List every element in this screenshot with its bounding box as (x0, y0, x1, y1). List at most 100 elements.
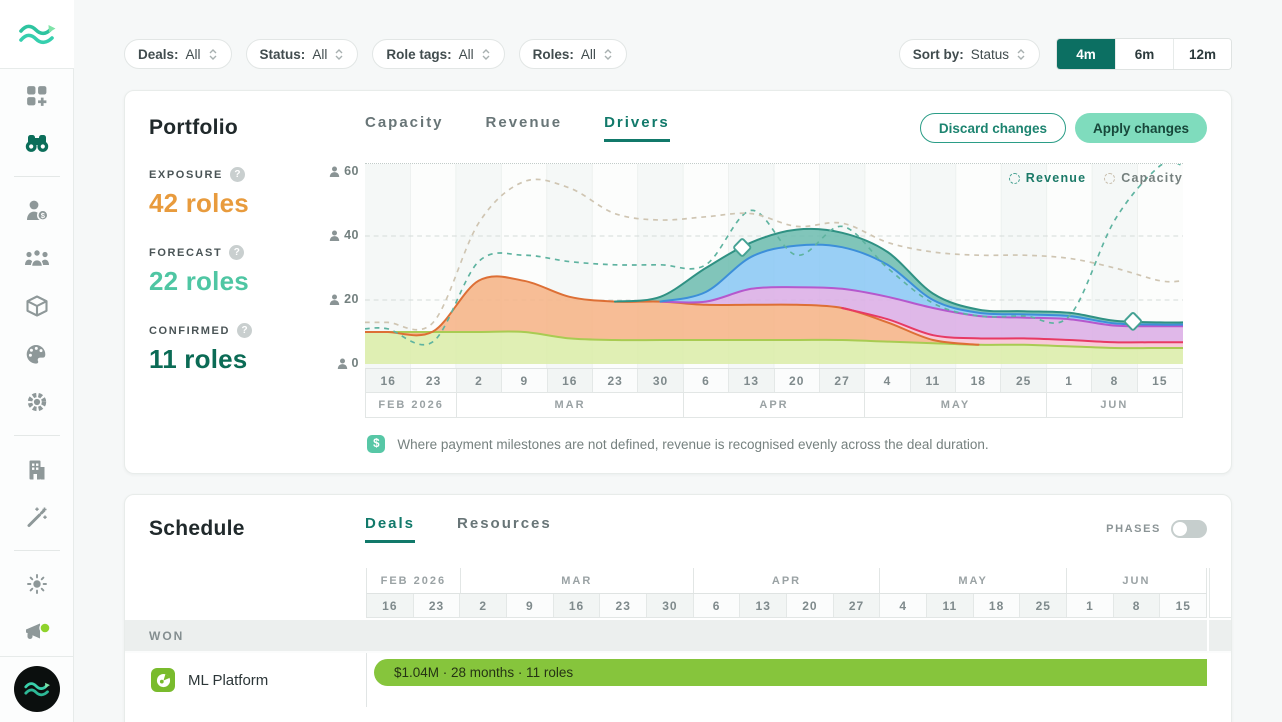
chevron-updown-icon (603, 48, 613, 61)
sidebar-footer (0, 656, 74, 722)
axis-date-cell: 1 (1047, 369, 1092, 392)
apply-changes-button[interactable]: Apply changes (1075, 113, 1207, 143)
legend-revenue[interactable]: Revenue (1009, 171, 1087, 185)
axis-month-cell: MAY (880, 568, 1067, 593)
axis-date-cell: 30 (638, 369, 683, 392)
sidebar-item-branding[interactable] (23, 340, 51, 368)
tab-drivers[interactable]: Drivers (604, 114, 670, 142)
toggle-knob (1173, 522, 1187, 536)
axis-date-cell: 4 (865, 369, 910, 392)
axis-month-cell: MAR (457, 393, 684, 417)
filter-value: All (459, 47, 474, 62)
discard-changes-button[interactable]: Discard changes (920, 113, 1066, 143)
sidebar-item-dashboard[interactable] (23, 81, 51, 109)
chart-area: Revenue Capacity 16232916233061320274111… (365, 163, 1207, 418)
axis-month-cell: FEB 2026 (367, 568, 461, 593)
sidebar-item-clients[interactable]: $ (23, 196, 51, 224)
people-icon (24, 247, 50, 269)
y-axis-tick: 0 (337, 356, 359, 370)
chevron-updown-icon (1016, 48, 1026, 61)
stat-label: FORECAST (149, 247, 222, 259)
binoculars-icon (24, 132, 50, 154)
axis-date-cell: 25 (1020, 594, 1067, 617)
dollar-icon: $ (367, 435, 385, 453)
sidebar-item-resources[interactable] (23, 292, 51, 320)
sidebar-item-team[interactable] (23, 244, 51, 272)
sidebar-item-theme[interactable] (23, 570, 51, 598)
axis-date-cell: 13 (740, 594, 787, 617)
sort-value: Status (971, 47, 1009, 62)
gear-icon (25, 390, 49, 414)
axis-date-cell: 16 (548, 369, 593, 392)
axis-date-cell: 4 (880, 594, 927, 617)
stat-label: CONFIRMED (149, 325, 230, 337)
sort-label: Sort by: (913, 47, 964, 62)
sidebar-item-company[interactable] (23, 455, 51, 483)
sidebar-item-settings[interactable] (23, 388, 51, 416)
stat-value: 42 roles (149, 188, 319, 219)
tab-capacity[interactable]: Capacity (365, 114, 444, 142)
range-12m-button[interactable]: 12m (1173, 39, 1231, 69)
filter-label: Role tags: (386, 47, 451, 62)
tab-revenue[interactable]: Revenue (486, 114, 563, 142)
stat-label: EXPOSURE (149, 169, 223, 181)
legend-label: Revenue (1026, 171, 1087, 185)
grid-add-icon (24, 83, 49, 108)
axis-date-cell: 2 (460, 594, 507, 617)
sidebar-item-automations[interactable] (23, 503, 51, 531)
phases-label: PHASES (1106, 523, 1161, 535)
deal-row[interactable]: ML Platform $1.04M · 28 months · 11 role… (125, 651, 1231, 707)
chart-x-axis-dates: 162329162330613202741118251815 (365, 368, 1183, 393)
phases-toggle[interactable] (1171, 520, 1207, 538)
portfolio-card: Portfolio Capacity Revenue Drivers Disca… (124, 90, 1232, 474)
sidebar-item-announcements[interactable] (23, 618, 51, 646)
help-icon[interactable]: ? (229, 245, 244, 260)
filter-role-tags[interactable]: Role tags: All (372, 39, 504, 69)
axis-date-cell: 8 (1114, 594, 1161, 617)
user-avatar[interactable] (14, 666, 60, 712)
building-icon (25, 458, 48, 481)
filter-bar-right: Sort by: Status 4m 6m 12m (899, 38, 1232, 70)
chevron-updown-icon (208, 48, 218, 61)
chart-legend: Revenue Capacity (1009, 171, 1183, 185)
stat-confirmed: CONFIRMED? 11 roles (149, 323, 319, 375)
y-axis-tick: 40 (329, 228, 359, 242)
deal-bar[interactable]: $1.04M · 28 months · 11 roles (374, 659, 1207, 686)
axis-date-cell: 25 (1001, 369, 1046, 392)
schedule-right-gutter (1209, 620, 1231, 651)
sidebar-divider (14, 176, 60, 177)
deal-row-label[interactable]: ML Platform (125, 653, 366, 707)
help-icon[interactable]: ? (237, 323, 252, 338)
schedule-axis-dates: 162329162330613202741118251815 (366, 593, 1207, 618)
tab-deals[interactable]: Deals (365, 515, 415, 543)
note-text: Where payment milestones are not defined… (397, 437, 988, 452)
chart-y-axis: 60 40 20 0 (319, 163, 365, 418)
deal-bar-label: $1.04M · 28 months · 11 roles (394, 665, 573, 680)
y-axis-tick: 20 (329, 292, 359, 306)
schedule-timeline-header: FEB 2026MARAPRMAYJUN 1623291623306132027… (125, 568, 1231, 618)
sidebar-item-portfolio[interactable] (23, 129, 51, 157)
filter-status[interactable]: Status: All (246, 39, 359, 69)
range-6m-button[interactable]: 6m (1115, 39, 1173, 69)
axis-month-cell: JUN (1067, 568, 1206, 593)
filter-roles[interactable]: Roles: All (519, 39, 627, 69)
schedule-timeline: FEB 2026MARAPRMAYJUN 1623291623306132027… (366, 568, 1207, 618)
axis-month-cell: FEB 2026 (366, 393, 457, 417)
axis-date-cell: 18 (956, 369, 1001, 392)
axis-date-cell: 1 (1067, 594, 1114, 617)
app-logo[interactable] (0, 0, 74, 69)
help-icon[interactable]: ? (230, 167, 245, 182)
axis-date-cell: 2 (457, 369, 502, 392)
magic-wand-icon (25, 505, 49, 529)
phases-control: PHASES (1106, 520, 1207, 538)
axis-date-cell: 20 (787, 594, 834, 617)
axis-date-cell: 16 (366, 369, 411, 392)
schedule-title: Schedule (149, 517, 365, 541)
range-segmented-control: 4m 6m 12m (1056, 38, 1232, 70)
filter-deals[interactable]: Deals: All (124, 39, 232, 69)
range-4m-button[interactable]: 4m (1057, 39, 1115, 69)
schedule-tabs: Deals Resources (365, 515, 552, 543)
tab-resources[interactable]: Resources (457, 515, 552, 543)
legend-capacity[interactable]: Capacity (1104, 171, 1183, 185)
sort-by-select[interactable]: Sort by: Status (899, 39, 1040, 69)
